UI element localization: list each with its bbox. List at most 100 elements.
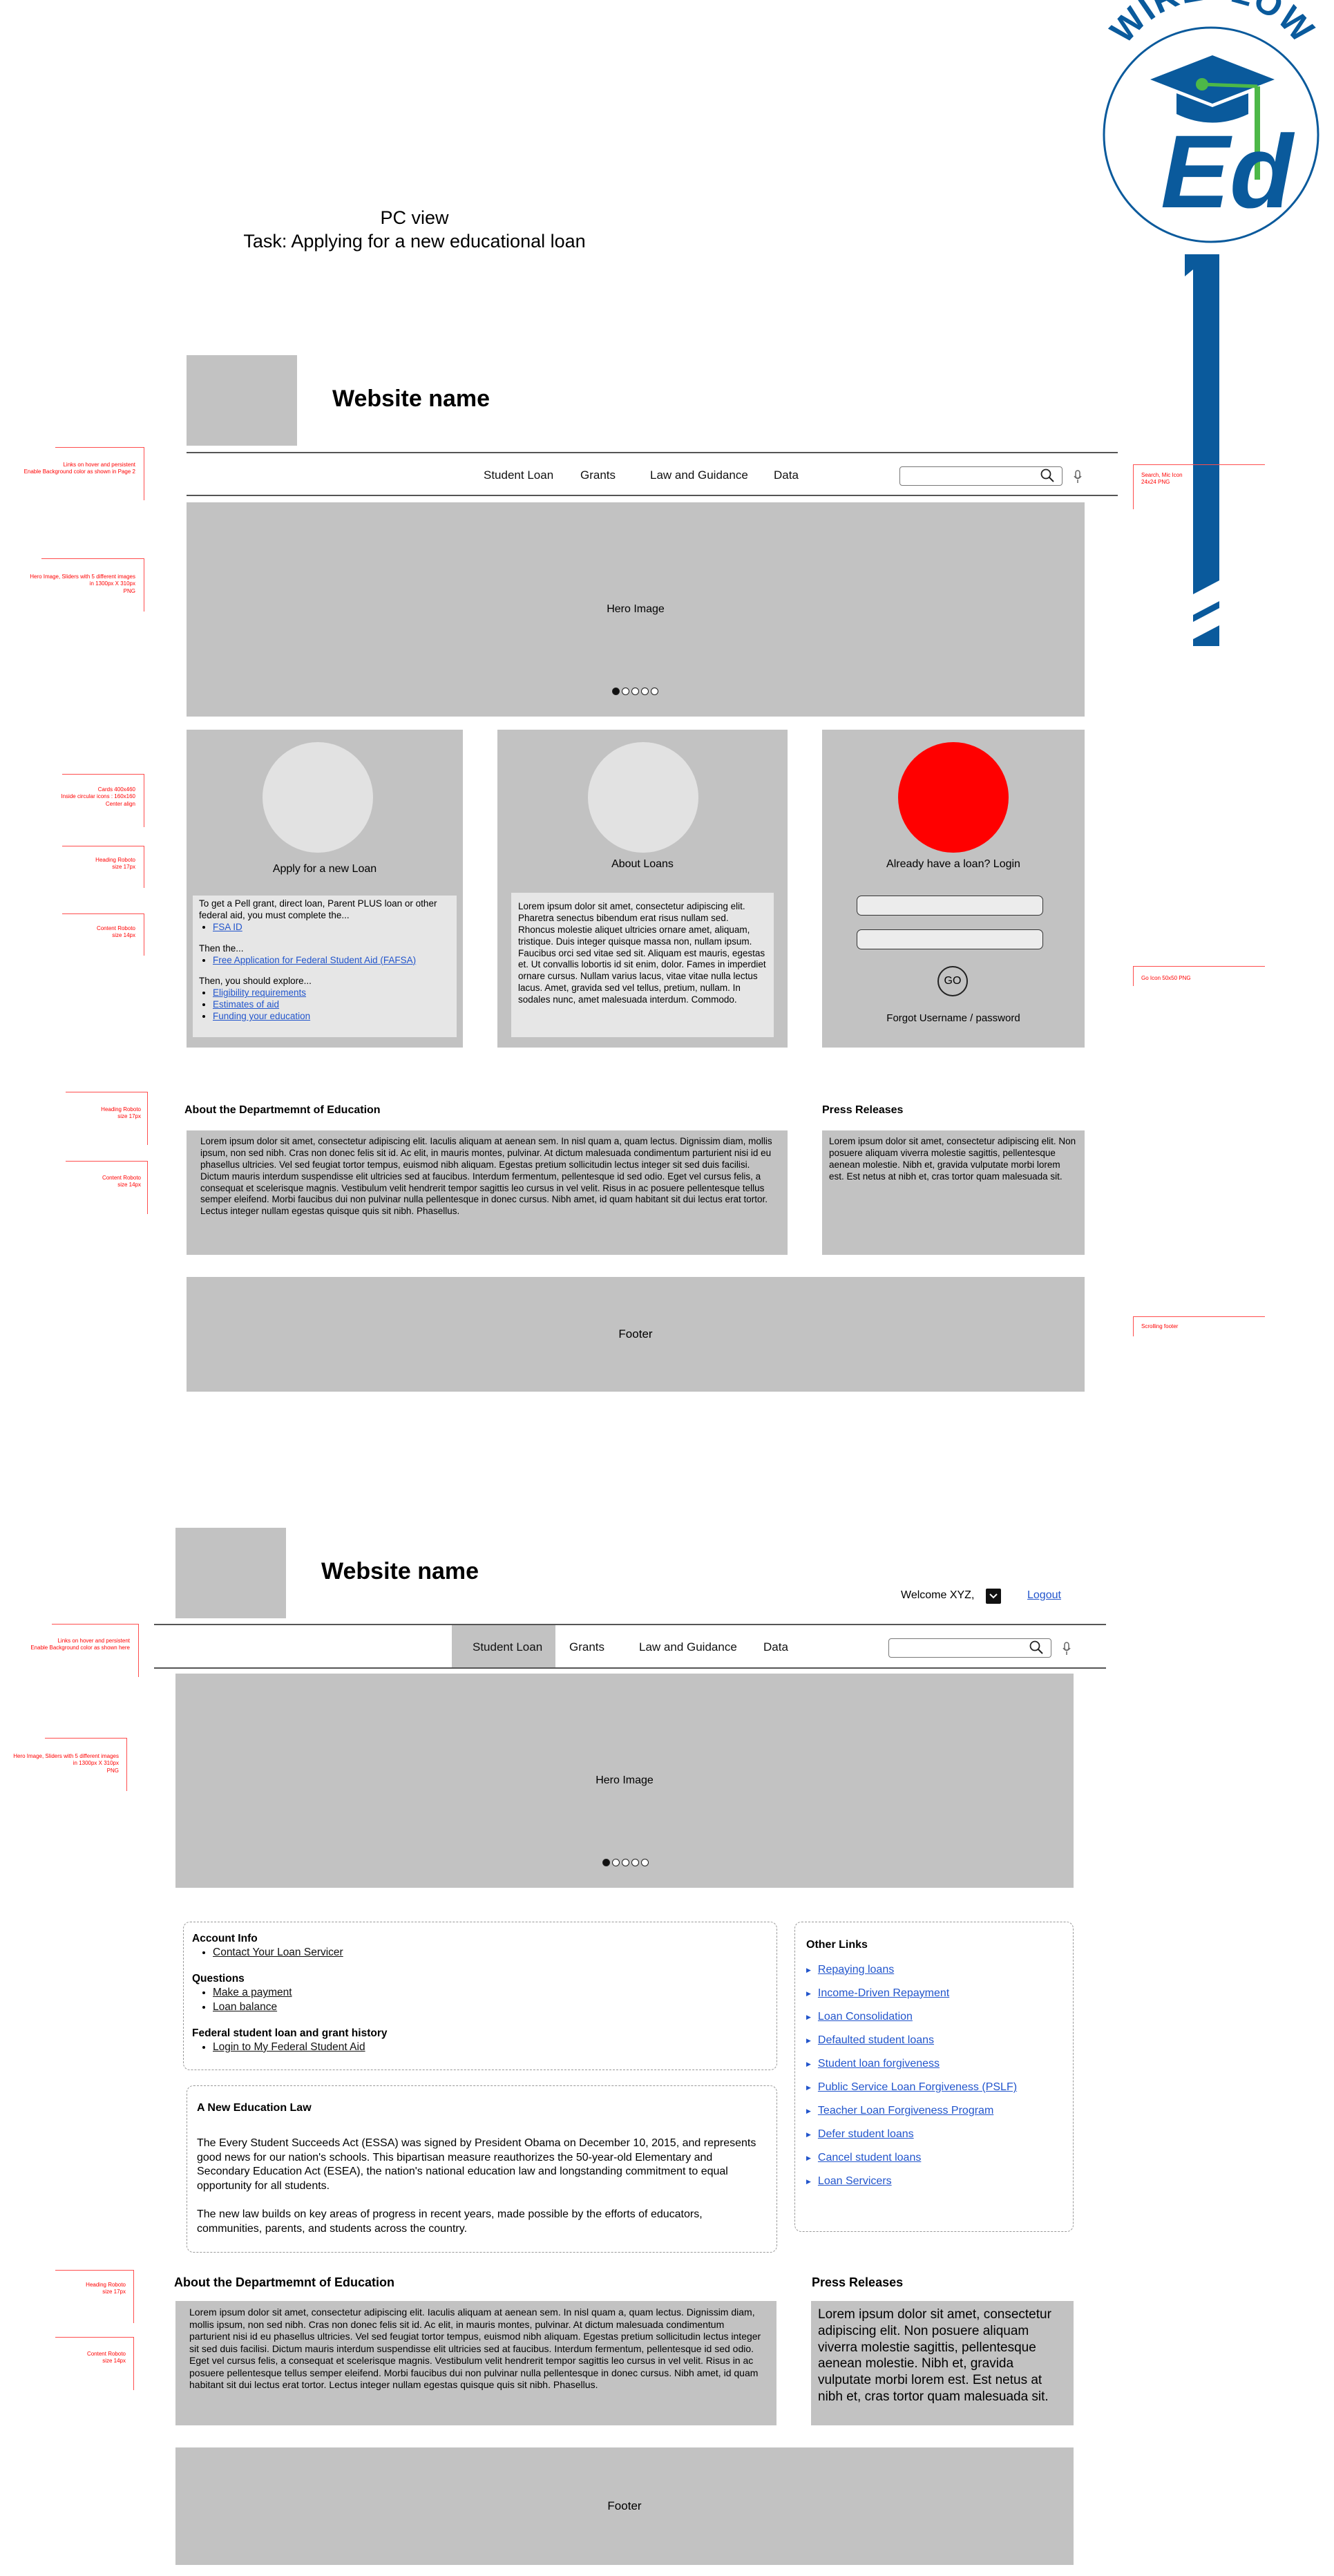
arrow-right-icon: ▶: [806, 2107, 811, 2114]
annotation-line: [41, 558, 144, 612]
login-icon[interactable]: [898, 742, 1009, 853]
fsa-id-link[interactable]: FSA ID: [213, 922, 242, 932]
other-link-item[interactable]: ▶ Loan Servicers: [806, 2175, 1062, 2188]
other-link-item[interactable]: ▶ Repaying loans: [806, 1964, 1062, 1976]
annotation-line: [62, 846, 144, 888]
contact-servicer-link[interactable]: Contact Your Loan Servicer: [213, 1947, 343, 1958]
about-loans-title[interactable]: About Loans: [497, 858, 788, 871]
other-link[interactable]: Defaulted student loans: [818, 2034, 934, 2047]
forgot-credentials-link[interactable]: Forgot Username / password: [822, 1012, 1085, 1024]
slider-dot[interactable]: [602, 1859, 610, 1866]
eligibility-link[interactable]: Eligibility requirements: [213, 987, 306, 998]
other-link-item[interactable]: ▶ Defaulted student loans: [806, 2034, 1062, 2047]
footer: Footer: [187, 1277, 1085, 1392]
svg-text:WIREFLOW: WIREFLOW: [1103, 0, 1322, 50]
welcome-text: Welcome XYZ,: [901, 1589, 975, 1601]
search-icon[interactable]: [1040, 468, 1055, 486]
apply-loan-title[interactable]: Apply for a new Loan: [187, 863, 463, 875]
news-paragraph-1: The Every Student Succeeds Act (ESSA) wa…: [197, 2137, 756, 2193]
other-link-item[interactable]: ▶ Public Service Loan Forgiveness (PSLF): [806, 2081, 1062, 2094]
go-button[interactable]: GO: [937, 966, 968, 996]
nav-student-loan[interactable]: Student Loan: [473, 1640, 542, 1654]
slider-dot[interactable]: [612, 688, 620, 695]
other-link[interactable]: Income-Driven Repayment: [818, 1987, 949, 2000]
about-dept-heading: About the Departmemnt of Education: [184, 1104, 381, 1116]
annotation-line: [62, 774, 144, 827]
other-link-item[interactable]: ▶ Loan Consolidation: [806, 2011, 1062, 2023]
wireflow-logo: WIREFLOW Ed: [1088, 0, 1334, 653]
hero-slider-dots[interactable]: [602, 1859, 649, 1866]
slider-dot[interactable]: [631, 1859, 639, 1866]
logo-placeholder: [175, 1528, 286, 1618]
other-link[interactable]: Public Service Loan Forgiveness (PSLF): [818, 2081, 1017, 2094]
other-link[interactable]: Repaying loans: [818, 1964, 894, 1976]
slider-dot[interactable]: [612, 1859, 620, 1866]
page-title-line1: PC view: [380, 207, 449, 229]
user-menu-dropdown[interactable]: [986, 1589, 1001, 1604]
annotation-line: [45, 1738, 127, 1791]
slider-dot[interactable]: [622, 688, 629, 695]
apply-intro: To get a Pell grant, direct loan, Parent…: [199, 898, 437, 920]
annotation-footer: Scrolling footer: [1141, 1323, 1179, 1329]
make-payment-link[interactable]: Make a payment: [213, 1987, 292, 1998]
other-link[interactable]: Cancel student loans: [818, 2152, 921, 2164]
search-input[interactable]: [888, 1638, 1051, 1658]
other-link[interactable]: Loan Consolidation: [818, 2011, 913, 2023]
nav-data[interactable]: Data: [774, 468, 799, 482]
other-link-item[interactable]: ▶ Income-Driven Repayment: [806, 1987, 1062, 2000]
about-dept-content: Lorem ipsum dolor sit amet, consectetur …: [187, 1130, 788, 1255]
slider-dot[interactable]: [622, 1859, 629, 1866]
news-paragraph-2: The new law builds on key areas of progr…: [197, 2208, 703, 2235]
other-link[interactable]: Defer student loans: [818, 2128, 914, 2141]
nav-law-and-guidance[interactable]: Law and Guidance: [639, 1640, 737, 1654]
other-link-item[interactable]: ▶ Teacher Loan Forgiveness Program: [806, 2105, 1062, 2117]
funding-link[interactable]: Funding your education: [213, 1011, 310, 1021]
slider-dot[interactable]: [631, 688, 639, 695]
fsa-login-link[interactable]: Login to My Federal Student Aid: [213, 2041, 365, 2053]
password-input[interactable]: [857, 929, 1043, 949]
mic-icon[interactable]: [1073, 469, 1083, 488]
hero-slider-dots[interactable]: [612, 688, 658, 695]
nav-law-and-guidance[interactable]: Law and Guidance: [650, 468, 748, 482]
site-name: Website name: [332, 386, 490, 412]
nav-grants[interactable]: Grants: [569, 1640, 604, 1654]
hero-image[interactable]: Hero Image: [187, 502, 1085, 717]
apply-loan-icon[interactable]: [263, 742, 373, 853]
nav-divider-top: [154, 1624, 1106, 1625]
fafsa-link[interactable]: Free Application for Federal Student Aid…: [213, 955, 416, 965]
hero-image[interactable]: Hero Image: [175, 1674, 1074, 1888]
other-link-item[interactable]: ▶ Student loan forgiveness: [806, 2058, 1062, 2070]
footer: Footer: [175, 2447, 1074, 2565]
nav-data[interactable]: Data: [763, 1640, 788, 1654]
news-heading: A New Education Law: [197, 2102, 312, 2114]
page-title-line2: Task: Applying for a new educational loa…: [243, 231, 586, 252]
loan-balance-link[interactable]: Loan balance: [213, 2001, 277, 2013]
footer-label: Footer: [618, 1327, 653, 1341]
other-link-item[interactable]: ▶ Defer student loans: [806, 2128, 1062, 2141]
estimates-link[interactable]: Estimates of aid: [213, 999, 279, 1010]
slider-dot[interactable]: [641, 1859, 649, 1866]
annotation-line: [66, 1092, 148, 1145]
slider-dot[interactable]: [651, 688, 658, 695]
nav-grants[interactable]: Grants: [580, 468, 616, 482]
nav-divider-bottom: [154, 1667, 1106, 1669]
press-content: Lorem ipsum dolor sit amet, consectetur …: [811, 2301, 1074, 2425]
search-input[interactable]: [899, 466, 1063, 486]
slider-dot[interactable]: [641, 688, 649, 695]
search-icon[interactable]: [1029, 1640, 1044, 1658]
hero-label: Hero Image: [607, 603, 665, 615]
chevron-down-icon: [989, 1593, 998, 1599]
nav-divider-bottom: [187, 495, 1118, 496]
other-link[interactable]: Student loan forgiveness: [818, 2058, 940, 2070]
other-link[interactable]: Teacher Loan Forgiveness Program: [818, 2105, 993, 2117]
arrow-right-icon: ▶: [806, 1989, 811, 1997]
mic-icon[interactable]: [1062, 1641, 1071, 1660]
other-link[interactable]: Loan Servicers: [818, 2175, 892, 2188]
logout-link[interactable]: Logout: [1027, 1589, 1061, 1602]
other-link-item[interactable]: ▶ Cancel student loans: [806, 2152, 1062, 2164]
about-loans-icon[interactable]: [588, 742, 698, 853]
nav-student-loan[interactable]: Student Loan: [484, 468, 553, 482]
username-input[interactable]: [857, 896, 1043, 916]
logo-placeholder: [187, 355, 297, 446]
press-heading: Press Releases: [812, 2275, 904, 2289]
